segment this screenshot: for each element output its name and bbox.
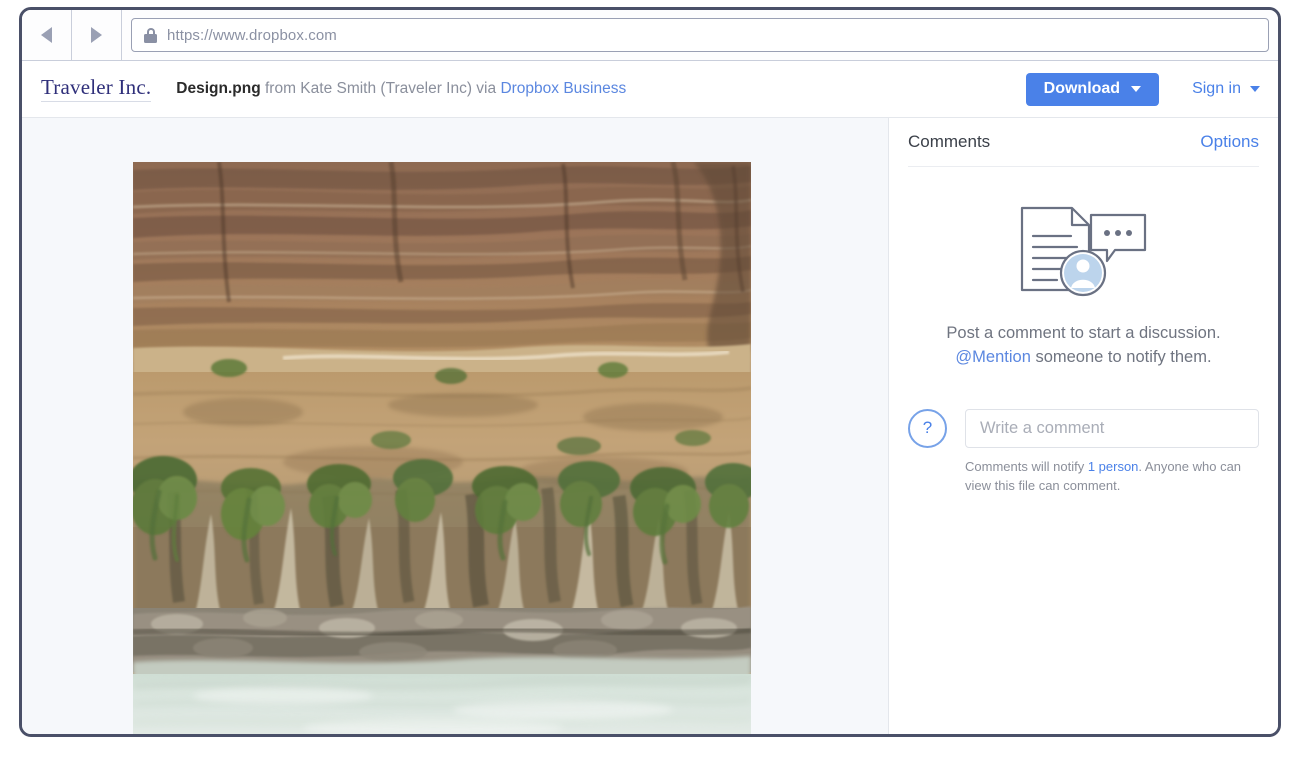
comments-header: Comments Options	[908, 118, 1259, 167]
comments-empty-text: Post a comment to start a discussion. @M…	[908, 322, 1259, 370]
browser-toolbar: https://www.dropbox.com	[22, 10, 1278, 61]
forward-button[interactable]	[72, 10, 122, 60]
notify-person-count[interactable]: 1 person	[1088, 459, 1139, 474]
page-header: Traveler Inc. Design.png from Kate Smith…	[22, 61, 1278, 118]
file-preview-pane	[22, 118, 889, 734]
padlock-icon	[144, 27, 157, 43]
mention-link[interactable]: @Mention	[955, 348, 1030, 366]
header-actions: Download Sign in	[1025, 72, 1278, 106]
comments-title: Comments	[908, 132, 991, 151]
file-from-text: from Kate Smith (Traveler Inc) via	[260, 80, 501, 97]
file-name: Design.png	[176, 80, 261, 97]
download-button-label: Download	[1043, 80, 1121, 97]
sign-in-label: Sign in	[1192, 80, 1241, 97]
brand-logo: Traveler Inc.	[41, 76, 152, 102]
question-avatar-icon[interactable]: ?	[908, 408, 947, 448]
triangle-right-icon	[91, 27, 102, 43]
comment-compose-row: ?	[908, 408, 1259, 448]
empty-line-1: Post a comment to start a discussion.	[946, 324, 1221, 342]
notify-prefix: Comments will notify	[965, 458, 1088, 474]
file-info-line: Design.png from Kate Smith (Traveler Inc…	[176, 80, 626, 98]
back-button[interactable]	[22, 10, 72, 60]
page-content: Comments Options Post a comment to start…	[22, 118, 1278, 734]
preview-image[interactable]	[133, 162, 751, 734]
comments-pane: Comments Options Post a comment to start…	[889, 118, 1278, 734]
download-button[interactable]: Download	[1025, 72, 1160, 106]
chevron-down-icon	[1131, 86, 1142, 92]
url-text: https://www.dropbox.com	[167, 26, 337, 44]
sign-in-menu[interactable]: Sign in	[1192, 80, 1260, 98]
dropbox-business-link[interactable]: Dropbox Business	[500, 80, 626, 97]
screenshot-root: https://www.dropbox.com Traveler Inc. De…	[0, 0, 1300, 760]
triangle-left-icon	[41, 27, 52, 43]
comments-empty-state: Post a comment to start a discussion. @M…	[908, 167, 1259, 370]
browser-window: https://www.dropbox.com Traveler Inc. De…	[19, 7, 1281, 737]
document-comment-avatar-illustration	[1019, 205, 1149, 305]
comment-input[interactable]	[965, 408, 1259, 448]
address-bar[interactable]: https://www.dropbox.com	[131, 18, 1269, 52]
comment-notify-note: Comments will notify 1 person. Anyone wh…	[965, 458, 1250, 496]
chevron-down-icon	[1250, 86, 1260, 92]
empty-line-2: someone to notify them.	[1030, 347, 1212, 366]
options-link[interactable]: Options	[1200, 132, 1259, 152]
avatar-label: ?	[922, 418, 933, 438]
